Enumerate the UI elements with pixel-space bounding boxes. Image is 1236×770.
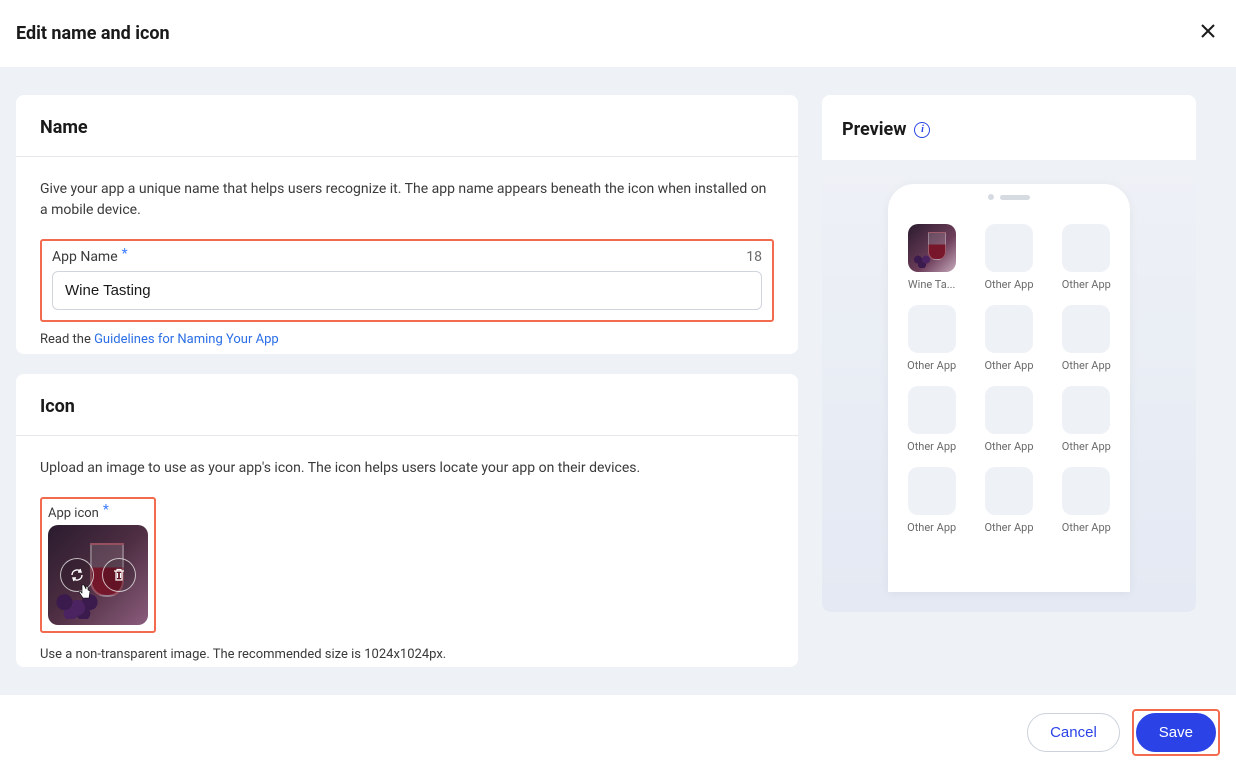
app-icon-label: App icon — [48, 506, 99, 521]
preview-app-label: Other App — [1058, 521, 1114, 534]
preview-app-label: Other App — [1058, 440, 1114, 453]
preview-app-label: Other App — [904, 521, 960, 534]
preview-app-other: Other App — [979, 305, 1038, 372]
preview-app-label: Other App — [904, 440, 960, 453]
preview-app-label: Other App — [904, 359, 960, 372]
required-star-icon: * — [122, 246, 128, 262]
preview-app-label: Other App — [1058, 278, 1114, 291]
app-icon-field-highlight: App icon * — [40, 497, 156, 633]
trash-icon — [111, 567, 127, 583]
phone-frame: Wine Ta... Other App Other App Other App… — [888, 184, 1130, 592]
phone-notch-icon — [988, 194, 1030, 200]
app-name-field-highlight: App Name* 18 — [40, 239, 774, 322]
name-section-title: Name — [40, 117, 774, 138]
replace-icon — [69, 567, 85, 583]
name-section-description: Give your app a unique name that helps u… — [40, 179, 774, 221]
preview-app-other: Other App — [902, 305, 961, 372]
preview-app-label: Other App — [981, 278, 1037, 291]
preview-app-label: Other App — [1058, 359, 1114, 372]
preview-body: Wine Ta... Other App Other App Other App… — [822, 160, 1196, 612]
preview-app-other: Other App — [902, 467, 961, 534]
preview-app-label: Other App — [981, 440, 1037, 453]
info-icon[interactable]: i — [914, 122, 930, 138]
close-icon — [1200, 23, 1216, 39]
close-button[interactable] — [1196, 18, 1220, 49]
app-name-char-counter: 18 — [746, 249, 762, 265]
preview-app-other: Other App — [979, 467, 1038, 534]
app-name-input[interactable] — [52, 271, 762, 310]
delete-icon-button[interactable] — [102, 558, 136, 592]
helper-prefix: Read the — [40, 332, 94, 347]
preview-app-other: Other App — [902, 386, 961, 453]
preview-app-label: Other App — [981, 359, 1037, 372]
naming-guidelines-link[interactable]: Guidelines for Naming Your App — [94, 332, 279, 347]
cursor-hand-icon — [76, 583, 94, 601]
save-button-highlight: Save — [1132, 709, 1220, 756]
preview-app-label: Wine Ta... — [904, 278, 960, 291]
modal-title: Edit name and icon — [16, 23, 170, 44]
save-button[interactable]: Save — [1136, 713, 1216, 752]
preview-title: Preview — [842, 119, 906, 140]
preview-app-featured: Wine Ta... — [902, 224, 961, 291]
icon-section-title: Icon — [40, 396, 774, 417]
icon-card: Icon Upload an image to use as your app'… — [16, 374, 798, 667]
app-icon-thumbnail — [48, 525, 148, 625]
preview-app-other: Other App — [1057, 305, 1116, 372]
preview-app-other: Other App — [1057, 224, 1116, 291]
preview-app-other: Other App — [979, 386, 1038, 453]
preview-app-other: Other App — [1057, 386, 1116, 453]
name-card: Name Give your app a unique name that he… — [16, 95, 798, 354]
icon-helper-text: Use a non-transparent image. The recomme… — [40, 647, 774, 662]
icon-section-description: Upload an image to use as your app's ico… — [40, 458, 774, 479]
preview-app-other: Other App — [979, 224, 1038, 291]
cancel-button[interactable]: Cancel — [1027, 713, 1120, 752]
required-star-icon: * — [103, 502, 109, 518]
preview-card: Preview i Wine Ta... Other App — [822, 95, 1196, 612]
preview-app-other: Other App — [1057, 467, 1116, 534]
preview-app-label: Other App — [981, 521, 1037, 534]
app-name-label: App Name — [52, 249, 118, 265]
